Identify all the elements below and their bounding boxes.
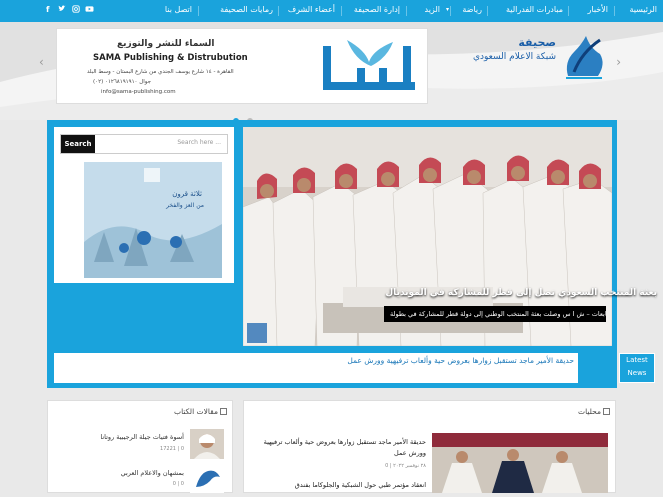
logo-line1: صحيفة bbox=[518, 36, 556, 49]
writer-item2-title[interactable]: بمشهان والاعلام العربي bbox=[121, 469, 184, 477]
sidebar-ad-three-centuries[interactable]: ثلاثة قرون من العز والفخر bbox=[84, 162, 222, 278]
nav-sponsors[interactable]: رمايات الصحيفة bbox=[220, 5, 273, 14]
logo-emblem-icon bbox=[566, 36, 603, 79]
site-logo[interactable]: صحيفة شبكة الاعلام السعودي bbox=[468, 30, 608, 90]
writers-title: مقالات الكتاب bbox=[174, 407, 218, 416]
local-news-item1-title[interactable]: حديقة الأمير ماجد تستقبل زوارها بعروض حي… bbox=[252, 437, 426, 459]
nav-management[interactable]: إدارة الصحيفة bbox=[354, 5, 400, 14]
writer-avatar-1[interactable] bbox=[190, 429, 224, 459]
youtube-icon[interactable] bbox=[85, 5, 94, 15]
featured-news-caption[interactable]: متابعات – ش ا س وصلت بعثة المنتخب الوطني… bbox=[384, 306, 606, 322]
local-news-image[interactable] bbox=[432, 433, 608, 493]
sama-logo-icon bbox=[323, 40, 415, 90]
ad-artwork bbox=[84, 162, 222, 278]
slider-prev-arrow[interactable]: ‹ bbox=[39, 55, 44, 69]
nav-news[interactable]: الأخبار bbox=[588, 5, 608, 14]
sama-publishing-banner[interactable]: السماء للنشر والتوزيع SAMA Publishing & … bbox=[56, 28, 428, 104]
latest-news-headline[interactable]: حديقة الأمير ماجد تستقبل زوارها بعروض حي… bbox=[54, 356, 574, 365]
banner-email: info@sama-publishing.com bbox=[101, 89, 176, 95]
featured-news-title[interactable]: بعثة المنتخب السعودي تصل إلى قطر للمشارك… bbox=[385, 288, 657, 298]
nav-home[interactable]: الرئيسية bbox=[629, 5, 657, 14]
facebook-icon[interactable]: f bbox=[46, 5, 49, 14]
writer-item1-meta: 17221 | 0 bbox=[160, 446, 184, 452]
banner-name-en: SAMA Publishing & Distrubution bbox=[93, 53, 248, 63]
search-button[interactable]: Search bbox=[61, 135, 95, 153]
writer-avatar-2[interactable] bbox=[190, 465, 224, 493]
chevron-down-icon: ▾ bbox=[445, 6, 449, 13]
twitter-icon[interactable] bbox=[58, 5, 66, 15]
nav-federation[interactable]: مبادرات الفدرالية bbox=[506, 5, 563, 14]
search-form: Search Search here ... bbox=[60, 134, 228, 154]
top-navigation-bar: الرئيسية الأخبار مبادرات الفدرالية رياضة… bbox=[0, 0, 663, 22]
latest-news-label-line1: Latest bbox=[626, 356, 648, 364]
grid-icon bbox=[603, 408, 610, 415]
slider-next-arrow[interactable]: › bbox=[616, 55, 621, 69]
instagram-icon[interactable] bbox=[72, 5, 80, 15]
latest-news-label: Latest News bbox=[619, 353, 655, 383]
grid-icon bbox=[220, 408, 227, 415]
local-news-title: محليات bbox=[578, 407, 601, 416]
banner-address: القاهرة - ١٤ شارع يوسف الجندي من شارع ال… bbox=[87, 69, 234, 75]
nav-honor-members[interactable]: أعضاء الشرف bbox=[288, 5, 335, 14]
writer-item2-meta: 0 | 0 bbox=[172, 481, 184, 487]
logo-line2: شبكة الاعلام السعودي bbox=[472, 52, 556, 62]
banner-phone: جوال ٠١٢٦٨١٩١٩١٠ (٠٢) bbox=[93, 79, 151, 85]
local-news-item2-title[interactable]: انعقاد مؤتمر طبي حول الشبكية والجلوكاما … bbox=[252, 481, 426, 489]
latest-news-label-line2: News bbox=[627, 369, 647, 377]
search-input[interactable]: Search here ... bbox=[177, 139, 221, 146]
ad-text-1: ثلاثة قرون bbox=[172, 190, 202, 198]
nav-contact[interactable]: اتصل بنا bbox=[165, 5, 192, 14]
nav-more[interactable]: الزيد bbox=[425, 5, 441, 14]
local-news-item1-meta: ٢٨ نوفمبر ٢٠٢٢ | 0 bbox=[385, 463, 426, 469]
writer-item1-title[interactable]: أسوة فتيات جيلة الرجيبية روتانا bbox=[100, 433, 184, 441]
ad-text-2: من العز والفخر bbox=[166, 202, 204, 209]
nav-sports[interactable]: رياضة bbox=[462, 5, 482, 14]
banner-name-ar: السماء للنشر والتوزيع bbox=[117, 39, 215, 49]
local-news-panel: محليات حديقة الأمير ماجد تستقبل زوارها ب… bbox=[243, 400, 616, 493]
writers-articles-panel: مقالات الكتاب أسوة فتيات جيلة الرجيبية ر… bbox=[47, 400, 233, 493]
